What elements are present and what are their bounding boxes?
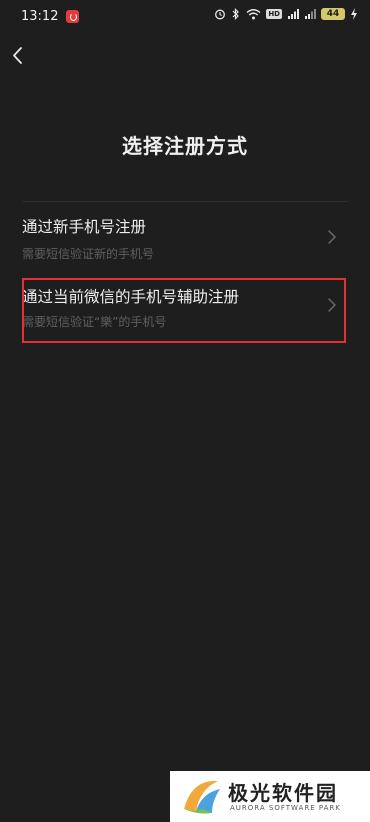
page-title: 选择注册方式: [122, 134, 248, 158]
wifi-icon: [246, 9, 261, 20]
charging-icon: [351, 8, 357, 20]
chevron-left-icon: [13, 47, 22, 64]
battery-indicator: 44: [321, 8, 345, 20]
music-app-icon: [66, 10, 79, 23]
back-button[interactable]: [8, 42, 32, 70]
highlight-box: [22, 278, 346, 343]
status-time: 13:12: [21, 9, 59, 24]
watermark-name: 极光软件园: [228, 781, 338, 805]
status-icons: HD 44: [214, 8, 358, 20]
signal-icon: [288, 9, 299, 19]
watermark: 极光软件园 AURORA SOFTWARE PARK: [170, 771, 370, 822]
alarm-icon: [215, 9, 226, 20]
hd-badge: HD: [266, 9, 282, 19]
chevron-right-icon: [328, 230, 336, 244]
watermark-subtitle: AURORA SOFTWARE PARK: [230, 804, 341, 812]
divider: [22, 201, 348, 202]
aurora-logo-icon: [184, 780, 220, 814]
bluetooth-icon: [232, 8, 240, 20]
signal-icon-2: [305, 9, 316, 19]
option-new-phone-register[interactable]: 通过新手机号注册 需要短信验证新的手机号: [0, 205, 370, 273]
option-title: 通过新手机号注册: [22, 218, 147, 236]
status-bar: 13:12 HD 44: [0, 0, 370, 34]
option-subtitle: 需要短信验证新的手机号: [22, 247, 155, 261]
